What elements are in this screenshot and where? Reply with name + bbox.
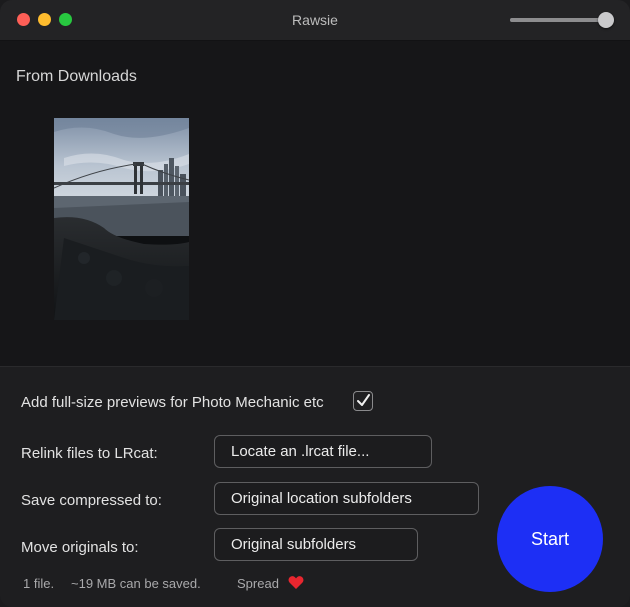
previews-checkbox[interactable]	[353, 391, 373, 411]
photo-thumbnail[interactable]	[54, 118, 189, 320]
thumbnail-size-slider[interactable]	[510, 12, 614, 28]
brooklyn-bridge-image	[54, 118, 189, 320]
checkmark-icon	[357, 394, 370, 406]
move-originals-label: Move originals to:	[21, 539, 139, 556]
save-compressed-label: Save compressed to:	[21, 492, 162, 509]
slider-thumb[interactable]	[597, 12, 614, 28]
app-window: Rawsie From Downloads Add full-size prev…	[0, 0, 630, 607]
title-bar: Rawsie	[0, 0, 630, 41]
panel-divider	[0, 366, 630, 367]
save-location-select[interactable]: Original location subfolders	[214, 482, 479, 515]
spread-link[interactable]: Spread	[237, 576, 279, 591]
previews-label: Add full-size previews for Photo Mechani…	[21, 394, 324, 411]
locate-lrcat-button[interactable]: Locate an .lrcat file...	[214, 435, 432, 468]
slider-fill	[510, 18, 606, 22]
heart-icon[interactable]	[288, 575, 304, 590]
start-button[interactable]: Start	[497, 486, 603, 592]
savings-estimate: ~19 MB can be saved.	[71, 576, 201, 591]
relink-label: Relink files to LRcat:	[21, 445, 158, 462]
file-count: 1 file.	[23, 576, 55, 591]
move-originals-select[interactable]: Original subfolders	[214, 528, 418, 561]
file-browser: From Downloads	[0, 41, 630, 366]
folder-title: From Downloads	[16, 68, 137, 85]
